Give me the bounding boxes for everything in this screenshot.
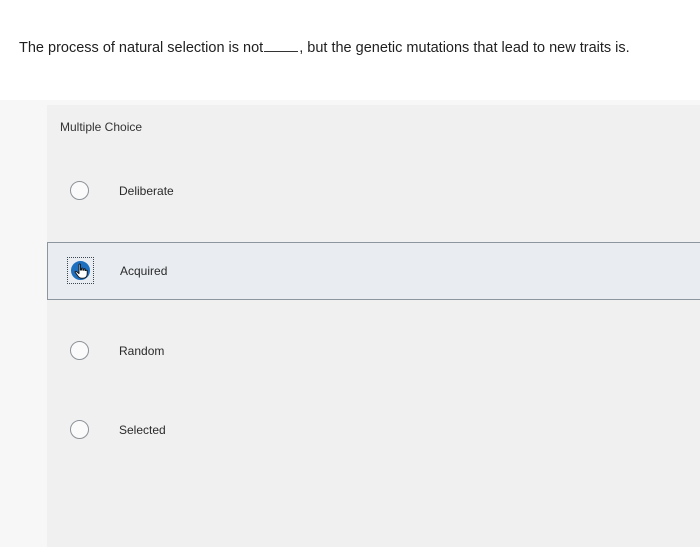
answer-blank <box>264 41 299 52</box>
radio-button[interactable] <box>70 420 89 439</box>
option-acquired[interactable]: Acquired <box>47 242 700 300</box>
option-label: Random <box>119 344 165 358</box>
option-label: Selected <box>119 423 166 437</box>
option-label: Deliberate <box>119 184 174 198</box>
hand-cursor-icon <box>74 263 88 279</box>
option-deliberate[interactable]: Deliberate <box>47 162 700 220</box>
question-type-label: Multiple Choice <box>60 120 143 134</box>
radio-button[interactable] <box>70 181 89 200</box>
option-random[interactable]: Random <box>47 322 700 380</box>
question-text-after: , but the genetic mutations that lead to… <box>299 40 630 56</box>
option-selected[interactable]: Selected <box>47 401 700 459</box>
option-label: Acquired <box>120 264 168 278</box>
question-text: The process of natural selection is not,… <box>19 40 630 56</box>
question-text-before: The process of natural selection is not <box>19 40 264 56</box>
radio-button[interactable] <box>70 341 89 360</box>
